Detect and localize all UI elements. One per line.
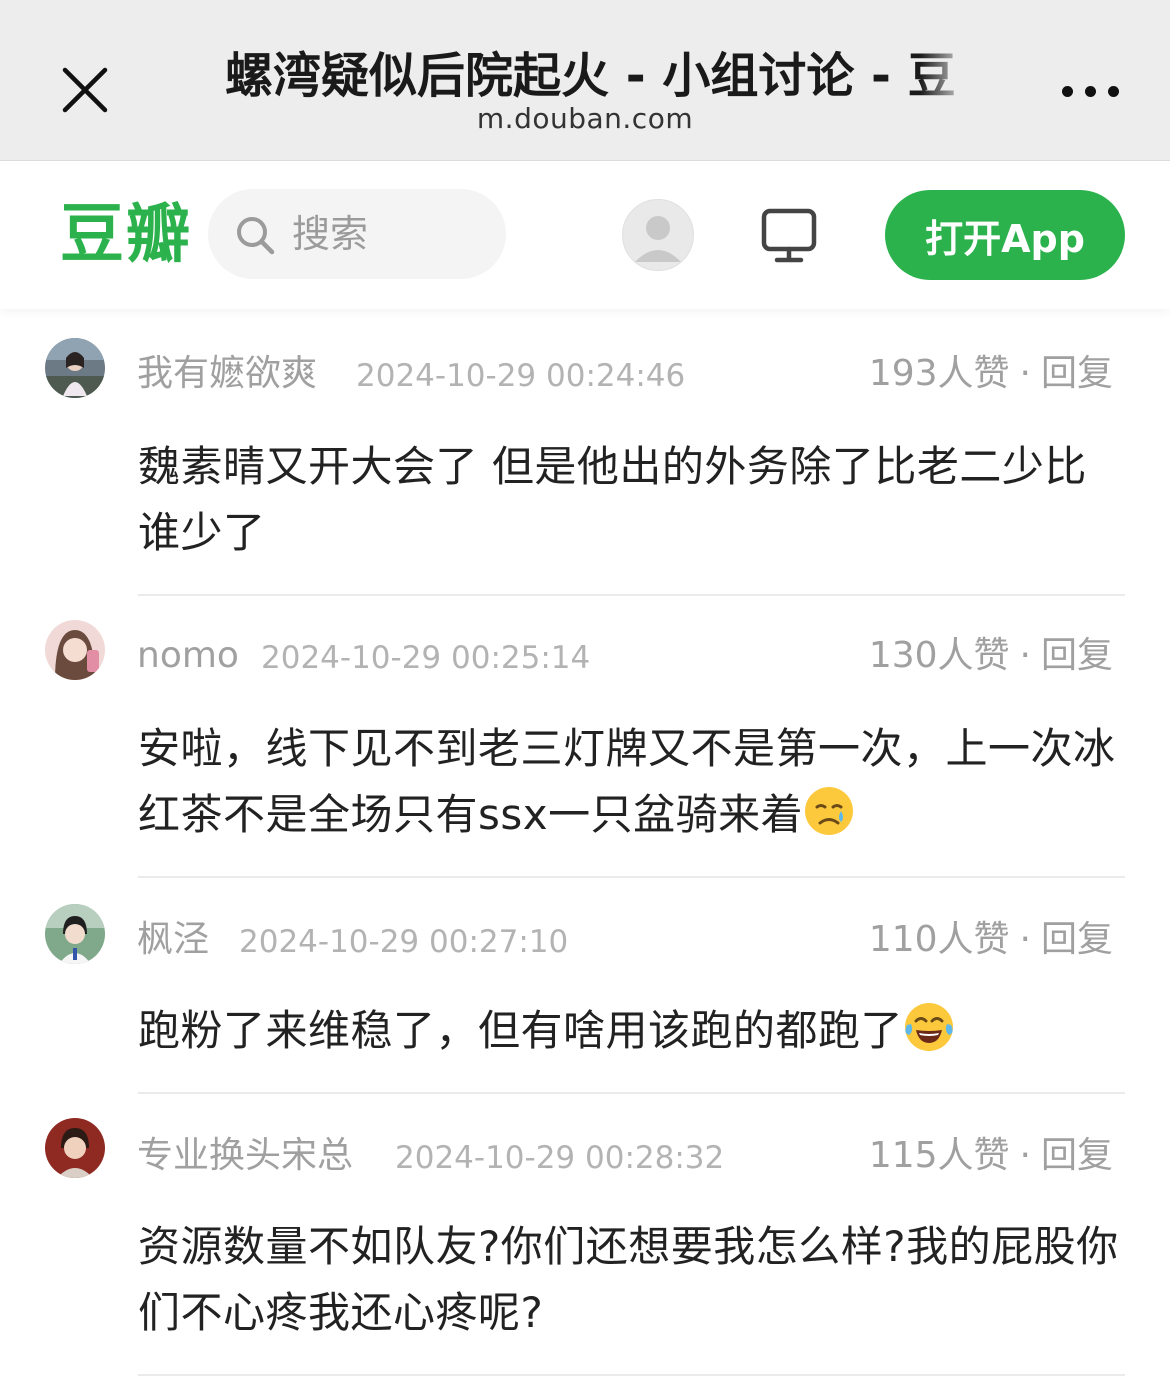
douban-logo[interactable]: 豆瓣	[60, 197, 192, 273]
site-header: 豆瓣 搜索 打开App	[0, 161, 1170, 309]
search-icon	[237, 217, 275, 255]
reply-button[interactable]: 回复	[1041, 919, 1113, 960]
comment-text: 跑粉了来维稳了，但有啥用该跑的都跑了	[138, 1006, 904, 1055]
comment-text-block: 跑粉了来维稳了，但有啥用该跑的都跑了	[138, 998, 1128, 1064]
more-options-icon[interactable]	[1050, 66, 1130, 116]
tears-of-joy-emoji-icon	[905, 1003, 954, 1051]
browser-title-bar: 螺湾疑似后院起火 - 小组讨论 - 豆 m.douban.com	[0, 0, 1170, 161]
commenter-name[interactable]: nomo	[137, 634, 239, 678]
page-host: m.douban.com	[476, 102, 694, 135]
crying-face-emoji-icon	[805, 787, 854, 835]
search-placeholder: 搜索	[292, 212, 369, 256]
reply-button[interactable]: 回复	[1041, 635, 1113, 676]
commenter-avatar[interactable]	[45, 338, 105, 398]
comment-meta: 130人赞 · 回复	[868, 635, 1113, 676]
commenter-name[interactable]: 专业换头宋总	[137, 1134, 353, 1178]
like-count[interactable]: 110人赞	[869, 919, 1010, 960]
comment-text: 资源数量不如队友?你们还想要我怎么样?我的屁股你们不心疼我还心疼呢?	[138, 1222, 1119, 1337]
commenter-name[interactable]: 枫泾	[137, 918, 209, 962]
commenter-name[interactable]: 我有嬷欲爽	[137, 352, 317, 396]
comment-meta: 110人赞 · 回复	[868, 919, 1113, 960]
commenter-avatar[interactable]	[45, 620, 105, 680]
comment-time: 2024-10-29 00:24:46	[356, 358, 686, 394]
comment-text: 魏素晴又开大会了 但是他出的外务除了比老二少比谁少了	[138, 442, 1087, 557]
like-count[interactable]: 130人赞	[869, 635, 1010, 676]
comment-divider	[138, 594, 1125, 596]
commenter-avatar[interactable]	[45, 904, 105, 964]
like-count[interactable]: 115人赞	[869, 1135, 1010, 1176]
comment-time: 2024-10-29 00:25:14	[261, 640, 591, 676]
commenter-avatar[interactable]	[45, 1118, 105, 1178]
comment-text-block: 安啦，线下见不到老三灯牌又不是第一次，上一次冰红茶不是全场只有ssx一只盆骑来着	[138, 716, 1128, 848]
comment-time: 2024-10-29 00:27:10	[239, 924, 569, 960]
comment-text: 安啦，线下见不到老三灯牌又不是第一次，上一次冰红茶不是全场只有ssx一只盆骑来着	[138, 724, 1116, 839]
reply-button[interactable]: 回复	[1041, 1135, 1113, 1176]
search-input[interactable]: 搜索	[208, 189, 506, 279]
comment-time: 2024-10-29 00:28:32	[395, 1140, 725, 1176]
reply-button[interactable]: 回复	[1041, 353, 1113, 394]
comment-divider	[138, 1374, 1125, 1376]
comment-meta: 115人赞 · 回复	[868, 1135, 1113, 1176]
comment-divider	[138, 1092, 1125, 1094]
user-avatar-icon[interactable]	[622, 199, 694, 271]
open-app-button[interactable]: 打开App	[885, 190, 1125, 280]
like-count[interactable]: 193人赞	[869, 353, 1010, 394]
comment-meta: 193人赞 · 回复	[868, 353, 1113, 394]
comment-divider	[138, 876, 1125, 878]
desktop-version-icon[interactable]	[757, 203, 821, 267]
